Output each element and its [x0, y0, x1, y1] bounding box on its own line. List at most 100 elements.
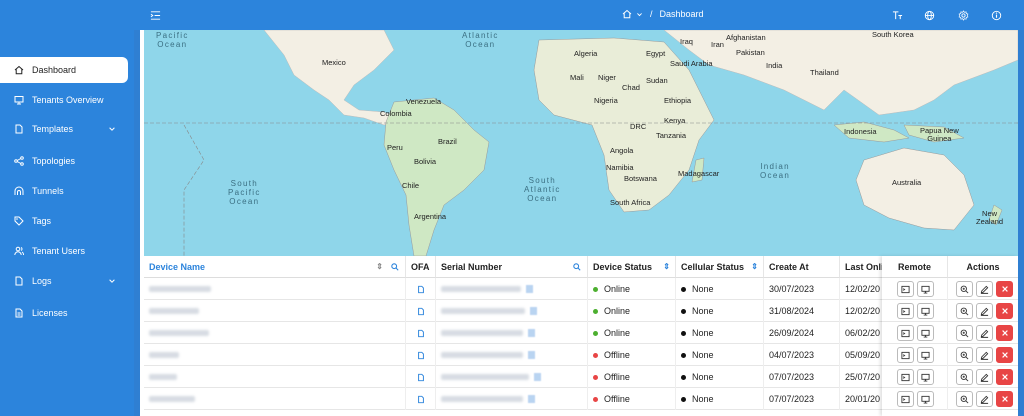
view-button[interactable] — [956, 391, 973, 407]
document-icon[interactable] — [417, 395, 425, 404]
delete-button[interactable] — [996, 325, 1013, 341]
search-icon[interactable] — [391, 262, 399, 271]
device-name-cell[interactable] — [144, 388, 406, 410]
ocean-label: Pacific Ocean — [156, 31, 189, 49]
remote-desktop-button[interactable] — [916, 347, 934, 363]
sort-icon[interactable]: ⇕ — [376, 262, 383, 271]
sidebar-item-dashboard[interactable]: Dashboard — [0, 57, 128, 83]
action-row — [882, 278, 1018, 300]
create-at-cell: 31/08/2024 — [764, 300, 840, 322]
document-icon[interactable] — [417, 307, 425, 316]
edit-button[interactable] — [976, 347, 993, 363]
document-icon[interactable] — [417, 329, 425, 338]
view-button[interactable] — [956, 325, 973, 341]
actions-cell — [948, 278, 1018, 300]
chevron-down-icon[interactable] — [636, 11, 643, 18]
remote-desktop-button[interactable] — [916, 303, 934, 319]
remote-desktop-button[interactable] — [916, 391, 934, 407]
terminal-icon — [900, 351, 910, 359]
sort-icon[interactable]: ⇕ — [663, 262, 670, 271]
terminal-button[interactable] — [896, 281, 914, 297]
action-row — [882, 322, 1018, 344]
chevron-down-icon — [109, 127, 115, 131]
document-icon[interactable] — [417, 351, 425, 360]
view-button[interactable] — [956, 281, 973, 297]
sidebar-item-topologies[interactable]: Topologies — [4, 148, 128, 174]
remote-desktop-button[interactable] — [916, 325, 934, 341]
terminal-button[interactable] — [896, 391, 914, 407]
device-name-cell[interactable] — [144, 344, 406, 366]
pencil-icon — [980, 307, 989, 316]
sidebar-item-tags[interactable]: Tags — [4, 208, 128, 234]
world-map[interactable]: Pacific Ocean Atlantic Ocean South Pacif… — [144, 30, 1018, 256]
actions-cell — [948, 300, 1018, 322]
create-at-cell: 30/07/2023 — [764, 278, 840, 300]
view-button[interactable] — [956, 303, 973, 319]
create-at-cell: 04/07/2023 — [764, 344, 840, 366]
status-dot — [593, 330, 598, 336]
cellular-status-cell: None — [676, 300, 764, 322]
edit-button[interactable] — [976, 281, 993, 297]
remote-desktop-button[interactable] — [916, 369, 934, 385]
menu-toggle-icon[interactable] — [148, 8, 162, 22]
users-icon — [14, 246, 24, 256]
sidebar-item-tenant-users[interactable]: Tenant Users — [4, 238, 128, 264]
info-icon[interactable] — [989, 8, 1003, 22]
sidebar-item-licenses[interactable]: Licenses — [4, 300, 128, 326]
status-dot — [681, 396, 686, 402]
delete-button[interactable] — [996, 303, 1013, 319]
view-button[interactable] — [956, 347, 973, 363]
close-icon — [1001, 286, 1008, 292]
column-header-device-status[interactable]: Device Status ⇕ — [588, 256, 676, 278]
country-label: India — [766, 61, 783, 70]
edit-button[interactable] — [976, 391, 993, 407]
document-icon[interactable] — [417, 373, 425, 382]
sidebar-item-label: Tenants Overview — [32, 95, 104, 105]
globe-icon[interactable] — [922, 8, 936, 22]
frozen-action-columns: Remote Actions — [882, 256, 1018, 416]
breadcrumb-separator: / — [650, 9, 653, 19]
column-header-cellular-status[interactable]: Cellular Status ⇕ — [676, 256, 764, 278]
column-header-device-name[interactable]: Device Name ⇕ — [144, 256, 406, 278]
country-label: South Korea — [872, 30, 914, 39]
status-dot — [681, 330, 686, 336]
gear-icon[interactable] — [956, 8, 970, 22]
delete-button[interactable] — [996, 369, 1013, 385]
column-header-actions: Actions — [948, 256, 1018, 278]
edit-button[interactable] — [976, 369, 993, 385]
device-name-cell[interactable] — [144, 278, 406, 300]
cellular-status-cell: None — [676, 388, 764, 410]
remote-cell — [882, 344, 948, 366]
delete-button[interactable] — [996, 281, 1013, 297]
delete-button[interactable] — [996, 391, 1013, 407]
device-name-cell[interactable] — [144, 366, 406, 388]
tag-icon — [14, 216, 24, 226]
device-name-cell[interactable] — [144, 300, 406, 322]
sidebar-item-tenants-overview[interactable]: Tenants Overview — [4, 87, 128, 113]
terminal-button[interactable] — [896, 347, 914, 363]
device-name-cell[interactable] — [144, 322, 406, 344]
terminal-button[interactable] — [896, 303, 914, 319]
column-header-serial[interactable]: Serial Number — [436, 256, 588, 278]
delete-button[interactable] — [996, 347, 1013, 363]
font-size-icon[interactable] — [890, 8, 904, 22]
country-label: Egypt — [646, 49, 666, 58]
edit-button[interactable] — [976, 325, 993, 341]
edit-button[interactable] — [976, 303, 993, 319]
remote-desktop-button[interactable] — [916, 281, 934, 297]
sort-icon[interactable]: ⇕ — [751, 262, 758, 271]
document-icon[interactable] — [417, 285, 425, 294]
country-label: DRC — [630, 122, 647, 131]
terminal-button[interactable] — [896, 369, 914, 385]
sidebar-item-tunnels[interactable]: Tunnels — [4, 178, 128, 204]
ocean-label: Atlantic Ocean — [462, 31, 499, 49]
search-icon[interactable] — [573, 262, 581, 271]
terminal-button[interactable] — [896, 325, 914, 341]
sidebar-item-templates[interactable]: Templates — [4, 116, 128, 142]
view-button[interactable] — [956, 369, 973, 385]
sidebar-item-logs[interactable]: Logs — [4, 268, 128, 294]
home-icon[interactable] — [622, 9, 632, 19]
breadcrumb-current: Dashboard — [659, 9, 704, 19]
country-label: Iran — [711, 40, 724, 49]
status-dot — [593, 286, 598, 292]
